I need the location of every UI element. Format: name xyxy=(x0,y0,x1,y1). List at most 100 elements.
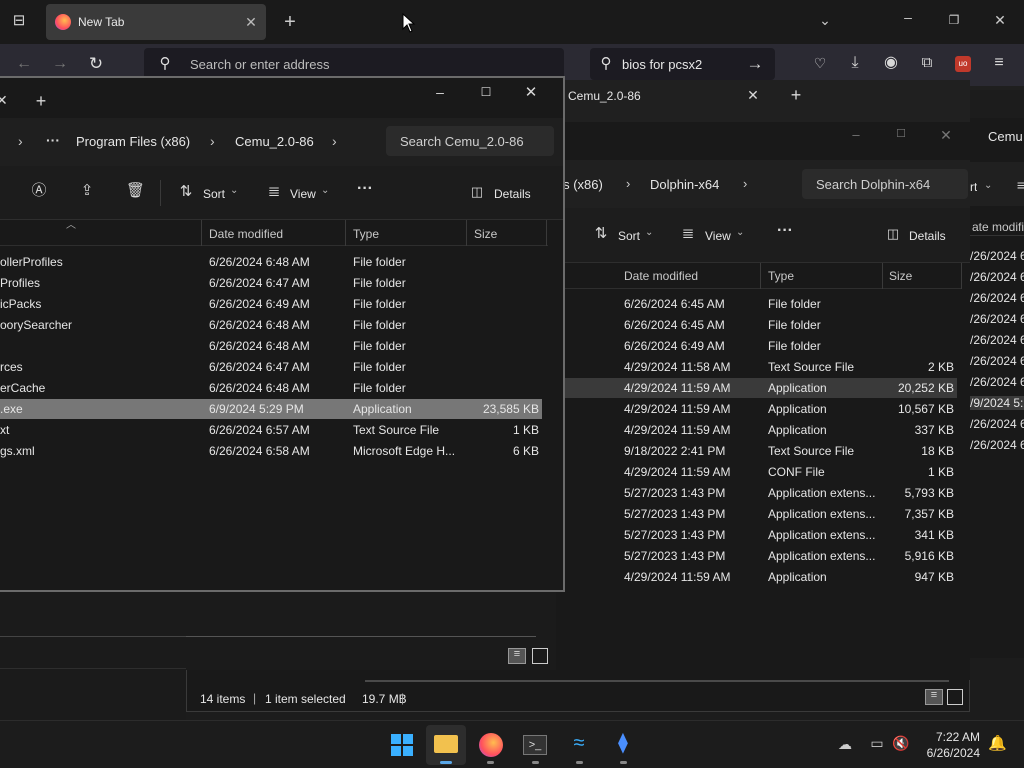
clock-date[interactable]: 6/26/2024 xyxy=(920,746,980,760)
rename-icon[interactable]: Ⓐ xyxy=(30,183,48,198)
dolphin-sort-button[interactable]: Sort xyxy=(618,229,640,243)
table-row[interactable]: icPacks 6/26/2024 6:49 AM File folder xyxy=(0,294,542,314)
forward-icon[interactable]: → xyxy=(50,56,70,72)
go-arrow-icon[interactable]: → xyxy=(746,55,764,72)
windows-start-icon[interactable] xyxy=(391,734,413,756)
firefox-taskbar-icon[interactable] xyxy=(479,733,503,757)
breadcrumb-item-0[interactable]: Program Files (x86) xyxy=(76,134,190,149)
table-row[interactable]: gs.xml 6/26/2024 6:58 AM Microsoft Edge H.… xyxy=(0,441,542,461)
close-tab-icon[interactable]: ✕ xyxy=(244,15,258,29)
dolphin-tab-title[interactable]: Cemu_2.0-86 xyxy=(568,89,641,103)
extensions-icon[interactable]: ⧉ xyxy=(918,55,936,70)
table-row[interactable]: 4/29/2024 11:59 AM Application 947 KB xyxy=(565,567,957,587)
table-row[interactable]: erCache 6/26/2024 6:48 AM File folder xyxy=(0,378,542,398)
table-row[interactable]: 5/27/2023 1:43 PM Application extens... 5,… xyxy=(565,483,957,503)
tiles-view-icon[interactable] xyxy=(947,689,963,705)
table-row[interactable]: oorySearcher 6/26/2024 6:48 AM File folder xyxy=(0,315,542,335)
search-bar[interactable]: ⚲ bios for pcsx2 → xyxy=(590,48,775,80)
table-row[interactable]: 4/29/2024 11:59 AM Application 10,567 KB xyxy=(565,399,957,419)
account-icon[interactable]: ◉ xyxy=(882,55,900,71)
table-row[interactable]: 6/26/2024 6:48 AM File folder xyxy=(0,336,542,356)
volume-muted-icon[interactable]: 🔇 xyxy=(892,736,910,750)
back-icon[interactable]: ← xyxy=(14,56,34,72)
back-sort-label[interactable]: rt xyxy=(970,180,977,194)
cloud-offline-icon[interactable]: ☁ xyxy=(836,737,854,751)
table-row[interactable]: 4/29/2024 11:59 AM CONF File 1 KB xyxy=(565,462,957,482)
close-tab-icon[interactable]: ✕ xyxy=(746,88,760,102)
column-size[interactable]: Size xyxy=(474,227,497,241)
table-row[interactable]: 6/26/2024 6:45 AM File folder xyxy=(565,315,957,335)
tiles-view-icon[interactable] xyxy=(532,648,548,664)
table-row[interactable]: 5/27/2023 1:43 PM Application extens... 5,… xyxy=(565,546,957,566)
column-type[interactable]: Type xyxy=(768,269,794,283)
share-icon[interactable]: ⇪ xyxy=(78,183,96,198)
minimize-icon[interactable]: – xyxy=(432,85,448,99)
table-row[interactable]: 9/18/2022 2:41 PM Text Source File 18 KB xyxy=(565,441,957,461)
table-row[interactable]: 4/29/2024 11:59 AM Application 337 KB xyxy=(565,420,957,440)
minimize-icon[interactable]: – xyxy=(849,128,863,141)
column-date-modified[interactable]: Date modified xyxy=(209,227,283,241)
file-explorer-taskbar-button[interactable] xyxy=(426,725,466,765)
clock-time[interactable]: 7:22 AM xyxy=(928,730,980,744)
menu-icon[interactable]: ≡ xyxy=(990,55,1008,71)
cemu-details-button[interactable]: Details xyxy=(494,187,531,201)
restore-icon[interactable]: ❐ xyxy=(946,14,962,26)
notification-bell-icon[interactable]: 🔔 xyxy=(988,736,1007,751)
dolphin-taskbar-icon[interactable]: ≈ xyxy=(566,733,592,753)
column-date-modified[interactable]: Date modified xyxy=(624,269,698,283)
back-view-icon[interactable]: ≡ xyxy=(1016,178,1024,192)
close-window-icon[interactable]: ✕ xyxy=(939,128,953,142)
table-row[interactable]: .exe 6/9/2024 5:29 PM Application 23,585 KB xyxy=(0,399,542,419)
table-row[interactable]: 4/29/2024 11:59 AM Application 20,252 KB xyxy=(565,378,957,398)
list-all-tabs-icon[interactable]: ⌄ xyxy=(816,13,834,27)
dolphin-command-bar xyxy=(550,208,970,263)
new-tab-icon[interactable]: + xyxy=(280,12,300,32)
downloads-icon[interactable]: ⤓ xyxy=(846,55,864,71)
table-row[interactable]: Profiles 6/26/2024 6:47 AM File folder xyxy=(0,273,542,293)
maximize-icon[interactable]: ☐ xyxy=(894,129,908,140)
dolphin-explorer-content: Cemu_2.0-86 ✕ + – ☐ ✕ les (x86) › Dolphi… xyxy=(550,80,970,680)
details-view-icon[interactable]: ≡ xyxy=(925,689,943,705)
more-path-icon[interactable]: ··· xyxy=(44,133,62,147)
back-explorer-tab[interactable]: Cemu xyxy=(988,129,1023,144)
table-row[interactable]: 4/29/2024 11:58 AM Text Source File 2 KB xyxy=(565,357,957,377)
horizontal-scrollbar[interactable] xyxy=(365,680,949,682)
table-row[interactable]: rces 6/26/2024 6:47 AM File folder xyxy=(0,357,542,377)
back-column-date[interactable]: ate modifi xyxy=(972,220,1024,234)
ublock-icon[interactable]: uo xyxy=(955,56,971,72)
close-window-icon[interactable]: ✕ xyxy=(523,85,539,100)
table-row[interactable]: ollerProfiles 6/26/2024 6:48 AM File folde… xyxy=(0,252,542,272)
dolphin-details-button[interactable]: Details xyxy=(909,229,946,243)
table-row[interactable]: 6/26/2024 6:45 AM File folder xyxy=(565,294,957,314)
terminal-taskbar-icon[interactable]: >_ xyxy=(523,735,547,755)
dolphin-view-button[interactable]: View xyxy=(705,229,731,243)
tab-new-tab[interactable]: New Tab ✕ xyxy=(46,4,266,40)
delete-icon[interactable]: 🗑 xyxy=(126,183,145,198)
close-tab-icon[interactable]: ✕ xyxy=(0,93,8,107)
pocket-icon[interactable]: ♡ xyxy=(811,56,829,70)
maximize-icon[interactable]: ☐ xyxy=(478,86,494,98)
dolphin-search-box[interactable]: Search Dolphin-x64 xyxy=(802,169,968,199)
breadcrumb-item-1[interactable]: Cemu_2.0-86 xyxy=(235,134,314,149)
column-size[interactable]: Size xyxy=(889,269,912,283)
cemu-view-button[interactable]: View xyxy=(290,187,316,201)
column-type[interactable]: Type xyxy=(353,227,379,241)
more-options-icon[interactable]: ··· xyxy=(355,181,375,197)
cemu-sort-button[interactable]: Sort xyxy=(203,187,225,201)
minimize-icon[interactable]: – xyxy=(900,10,916,24)
tab-list-icon[interactable]: ⊟ xyxy=(10,13,28,31)
table-row[interactable]: xt 6/26/2024 6:57 AM Text Source File 1 KB xyxy=(0,420,542,440)
table-row[interactable]: 5/27/2023 1:43 PM Application extens... 7,… xyxy=(565,504,957,524)
table-row[interactable]: 5/27/2023 1:43 PM Application extens... 34… xyxy=(565,525,957,545)
close-window-icon[interactable]: ✕ xyxy=(992,13,1008,27)
network-icon[interactable]: ▭ xyxy=(868,736,886,750)
reload-icon[interactable]: ↻ xyxy=(86,55,106,72)
details-view-icon[interactable]: ≡ xyxy=(508,648,526,664)
more-options-icon[interactable]: ··· xyxy=(775,223,795,239)
table-row[interactable]: 6/26/2024 6:49 AM File folder xyxy=(565,336,957,356)
breadcrumb-item-1[interactable]: Dolphin-x64 xyxy=(650,177,719,192)
new-tab-icon[interactable]: + xyxy=(33,92,49,110)
cemu-taskbar-icon[interactable]: ⧫ xyxy=(611,733,635,753)
cemu-search-box[interactable]: Search Cemu_2.0-86 xyxy=(386,126,554,156)
new-tab-icon[interactable]: + xyxy=(788,86,804,104)
